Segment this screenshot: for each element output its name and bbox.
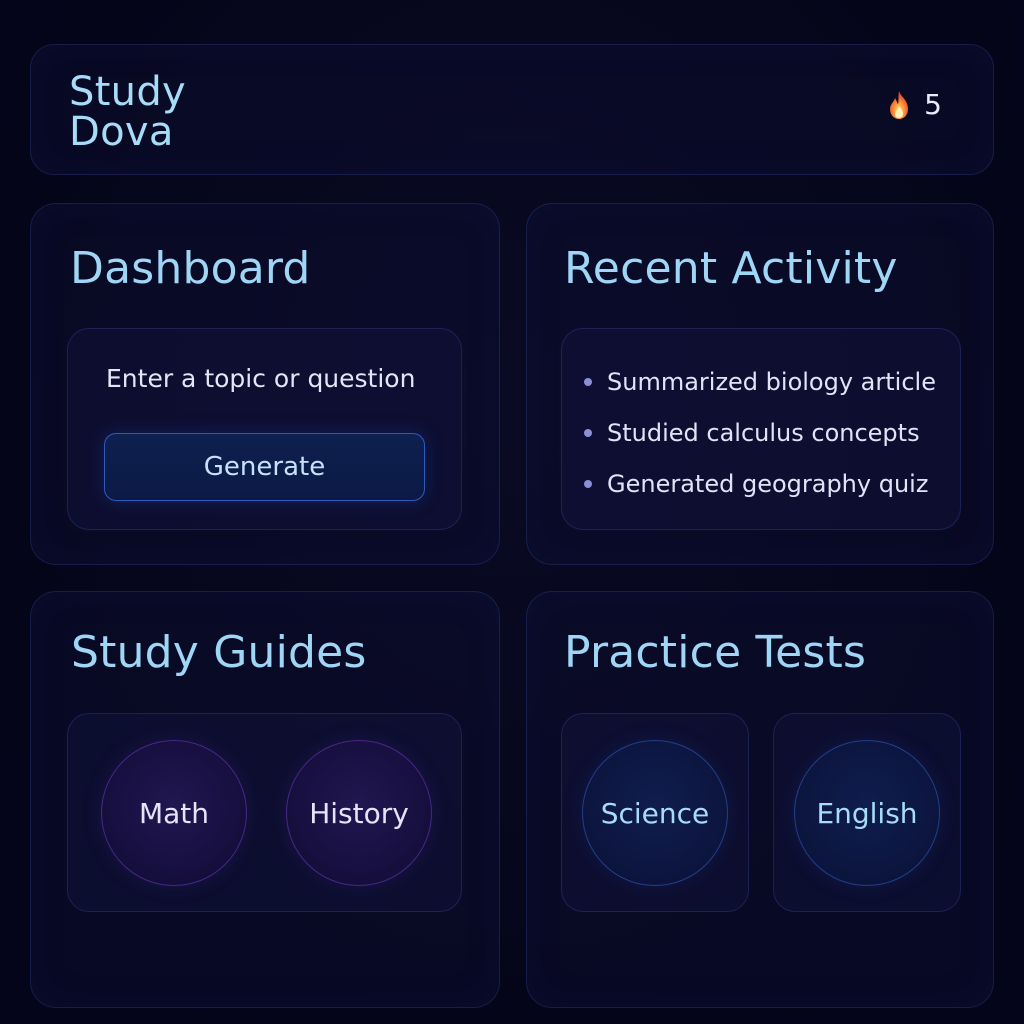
flame-icon	[890, 90, 909, 119]
activity-list: Summarized biology article Studied calcu…	[584, 356, 936, 509]
bullet-dot-icon	[584, 428, 592, 437]
dashboard-title: Dashboard	[70, 243, 311, 294]
activity-item-label: Summarized biology article	[607, 367, 936, 396]
activity-item[interactable]: Generated geography quiz	[584, 458, 936, 509]
activity-item[interactable]: Summarized biology article	[584, 356, 936, 407]
streak-count: 5	[924, 88, 942, 121]
recent-activity-title: Recent Activity	[564, 243, 898, 294]
activity-item[interactable]: Studied calculus concepts	[584, 407, 936, 458]
app-logo[interactable]: Study Dova	[69, 72, 269, 152]
guide-math-button[interactable]: Math	[101, 740, 247, 886]
study-guides-title: Study Guides	[71, 627, 367, 678]
topic-input[interactable]: Enter a topic or question	[106, 364, 415, 393]
generate-button[interactable]: Generate	[104, 433, 425, 501]
brand-line-2: Dova	[69, 109, 174, 155]
test-science-button[interactable]: Science	[582, 740, 728, 886]
test-english-button[interactable]: English	[794, 740, 940, 886]
streak-counter[interactable]: 5	[886, 88, 942, 121]
activity-item-label: Studied calculus concepts	[607, 418, 920, 447]
activity-item-label: Generated geography quiz	[607, 469, 929, 498]
bullet-dot-icon	[584, 377, 592, 386]
guide-history-button[interactable]: History	[286, 740, 432, 886]
bullet-dot-icon	[584, 479, 592, 488]
practice-tests-title: Practice Tests	[564, 627, 867, 678]
brand-line-1: Study	[69, 69, 186, 115]
